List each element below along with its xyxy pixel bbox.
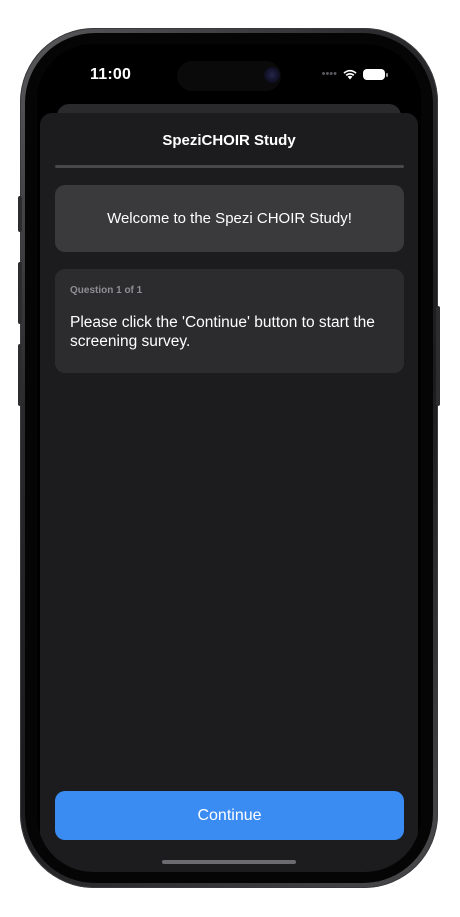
- battery-icon: [363, 68, 388, 80]
- home-indicator[interactable]: [162, 860, 296, 864]
- progress-bar: [55, 165, 404, 168]
- welcome-text: Welcome to the Spezi CHOIR Study!: [107, 210, 352, 227]
- signal-dots-icon: ••••: [321, 68, 337, 80]
- welcome-card: Welcome to the Spezi CHOIR Study!: [55, 185, 404, 252]
- survey-sheet: SpeziCHOIR Study Welcome to the Spezi CH…: [40, 113, 418, 872]
- status-icons: ••••: [321, 68, 388, 80]
- wifi-icon: [343, 69, 357, 80]
- volume-up-side-button: [18, 262, 22, 324]
- phone-screen: 11:00 •••• SpeziCHOIR Study Welcome to t…: [37, 44, 421, 872]
- question-card: Question 1 of 1 Please click the 'Contin…: [55, 269, 404, 373]
- volume-down-side-button: [18, 344, 22, 406]
- status-time: 11:00: [90, 66, 132, 83]
- camera-icon: [264, 67, 280, 83]
- question-counter: Question 1 of 1: [70, 285, 143, 296]
- action-side-button: [18, 196, 22, 232]
- question-text: Please click the 'Continue' button to st…: [70, 314, 375, 350]
- status-bar: 11:00 ••••: [37, 44, 421, 102]
- continue-button[interactable]: Continue: [55, 791, 404, 840]
- page-title: SpeziCHOIR Study: [162, 132, 296, 149]
- power-side-button: [436, 306, 440, 406]
